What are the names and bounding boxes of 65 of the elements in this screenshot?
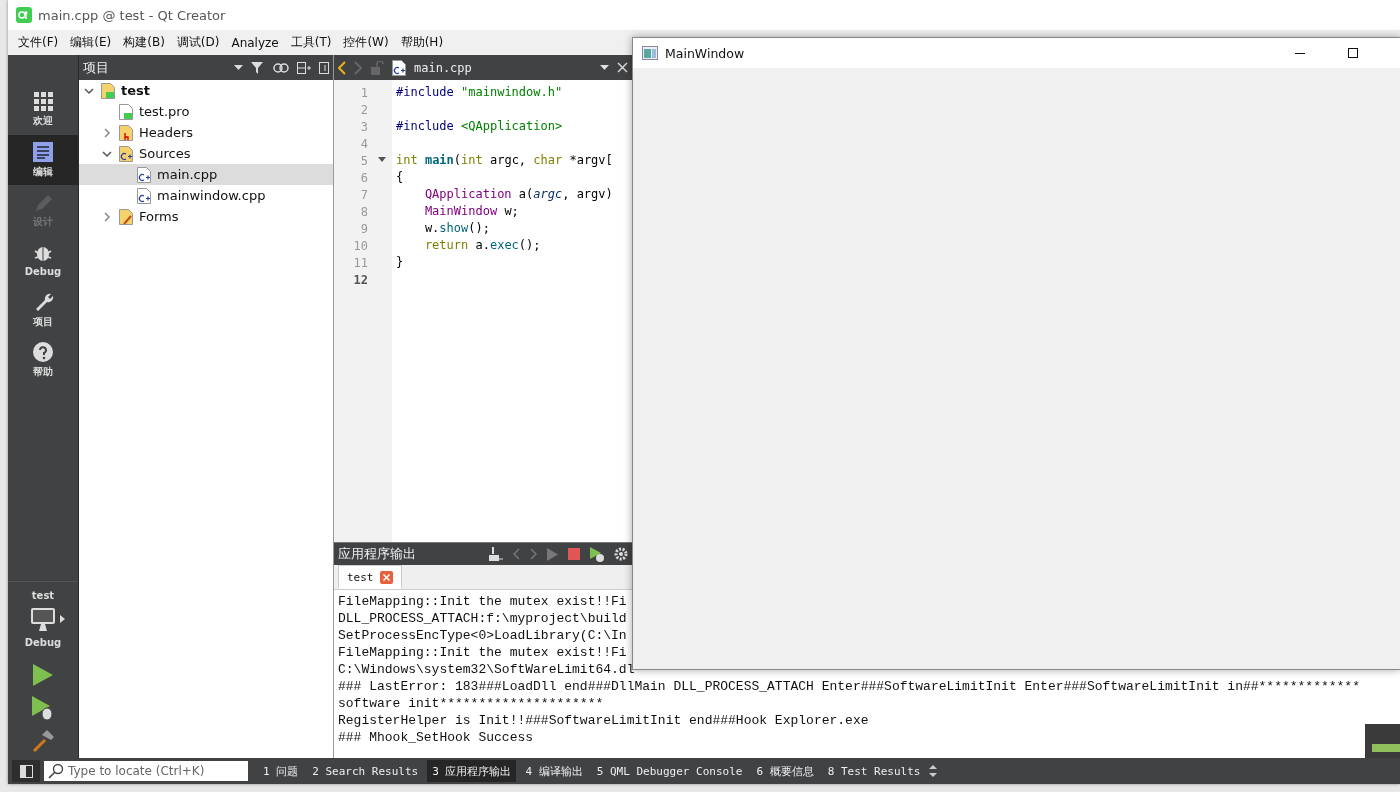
output-line: C:\Windows\system32\SoftWareLimit64.dl xyxy=(338,661,636,678)
output-line: SetProcessEncType<0>LoadLibrary(C:\In xyxy=(338,627,628,644)
output-line: DLL_PROCESS_ATTACH:f:\myproject\build xyxy=(338,610,628,627)
line-number: 5 xyxy=(334,152,392,169)
line-number: 10 xyxy=(352,237,369,254)
code-line: return a.exec(); xyxy=(423,237,542,254)
file-name[interactable]: main.cpp xyxy=(414,60,472,75)
mode-button[interactable]: 编辑 xyxy=(8,135,78,185)
tree-row[interactable]: Headers xyxy=(79,122,333,143)
window-title: MainWindow xyxy=(665,45,746,61)
locator-field[interactable]: Type to locate (Ctrl+K) xyxy=(44,761,248,781)
line-number: 2 xyxy=(359,101,369,118)
code-line: QApplication a(argc, argv) xyxy=(423,186,614,203)
line-number: 9 xyxy=(359,220,369,237)
output-pane-button[interactable]: 3 应用程序输出 xyxy=(427,760,517,782)
output-line: ### LastError: 183###LoadDll end###DllMain DLL_PROCESS_ATTACH Enter###SoftwareLimitInit Enter###SoftwareLimitInit in##************* xyxy=(338,678,1361,695)
menu-item[interactable]: Analyze xyxy=(225,35,285,50)
line-number: 6 xyxy=(359,169,369,186)
menu-item[interactable]: 工具(T) xyxy=(284,34,338,51)
menu-item[interactable]: 调试(D) xyxy=(170,34,226,51)
pane-title: 项目 xyxy=(83,58,110,77)
menu-item[interactable]: 控件(W) xyxy=(337,34,395,51)
mode-button[interactable]: 欢迎 xyxy=(8,85,78,135)
mode-button[interactable]: 项目 xyxy=(8,285,78,335)
pane-title: 应用程序输出 xyxy=(338,545,416,563)
menu-item[interactable]: 编辑(E) xyxy=(64,34,118,51)
line-number: 3 xyxy=(359,118,369,135)
output-pane-button[interactable]: 5 QML Debugger Console xyxy=(591,760,748,782)
line-number: 11 xyxy=(352,254,369,271)
line-number: 8 xyxy=(359,203,369,220)
code-line: #include "mainwindow.h" xyxy=(396,84,564,101)
code-line: } xyxy=(396,254,405,271)
code-line: w.show(); xyxy=(423,220,491,237)
output-pane-button[interactable]: 8 Test Results xyxy=(822,760,926,782)
output-pane-button[interactable]: 6 概要信息 xyxy=(751,760,819,782)
line-number: 1 xyxy=(359,84,369,101)
tree-row[interactable]: mainwindow.cpp xyxy=(79,185,333,206)
output-tab[interactable]: test xyxy=(338,565,402,589)
mode-button[interactable]: 帮助 xyxy=(8,335,78,385)
code-line: int main(int argc, char *argv[ xyxy=(396,152,614,169)
code-line: #include <QApplication> xyxy=(396,118,564,135)
output-pane-button[interactable]: 4 编译输出 xyxy=(520,760,588,782)
line-number: 12 xyxy=(352,271,369,288)
tree-row[interactable]: Forms xyxy=(79,206,333,227)
tree-row[interactable]: main.cpp xyxy=(79,164,333,185)
kit-selector[interactable]: test Debug xyxy=(8,581,78,648)
tree-row[interactable]: test.pro xyxy=(79,101,333,122)
mode-button[interactable]: Debug xyxy=(8,235,78,285)
output-line: FileMapping::Init the mutex exist!!Fi xyxy=(338,644,628,661)
output-line: software init********************* xyxy=(338,695,605,712)
output-pane-button[interactable]: 2 Search Results xyxy=(307,760,424,782)
code-line: { xyxy=(396,169,405,186)
line-number: 7 xyxy=(359,186,369,203)
output-line: ### Mhook_SetHook Success xyxy=(338,729,535,746)
line-number: 4 xyxy=(359,135,369,152)
output-pane-button[interactable]: 1 问题 xyxy=(258,760,304,782)
tree-row[interactable]: Sources xyxy=(79,143,333,164)
code-line: MainWindow w; xyxy=(423,203,520,220)
tree-row[interactable]: test xyxy=(79,80,333,101)
output-line: FileMapping::Init the mutex exist!!Fi xyxy=(338,593,628,610)
menu-item[interactable]: 构建(B) xyxy=(117,34,171,51)
window-title: main.cpp @ test - Qt Creator xyxy=(38,7,226,23)
menu-item[interactable]: 文件(F) xyxy=(12,34,65,51)
output-line: RegisterHelper is Init!!###SoftwareLimitInit end###Hook Explorer.exe xyxy=(338,712,870,729)
menu-item[interactable]: 帮助(H) xyxy=(394,34,450,51)
